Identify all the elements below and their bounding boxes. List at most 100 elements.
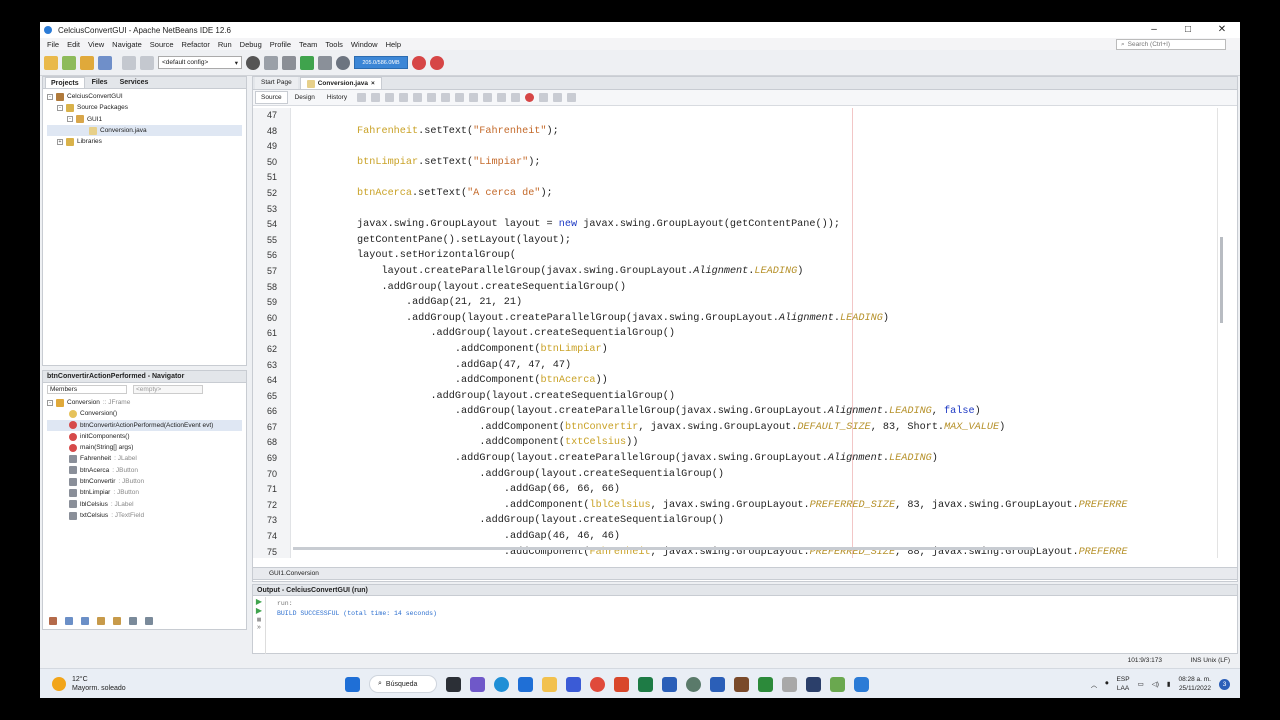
config-select[interactable]: <default config> ▾ [158, 56, 242, 69]
chat-icon[interactable] [470, 676, 485, 692]
forward-icon[interactable] [371, 93, 381, 102]
navigator-member[interactable]: Conversion() [47, 408, 242, 419]
menu-navigate[interactable]: Navigate [108, 40, 146, 49]
find-next-icon[interactable] [427, 93, 437, 102]
find-icon[interactable] [399, 93, 409, 102]
navigator-member-selected[interactable]: btnConvertirActionPerformed(ActionEvent … [47, 419, 242, 431]
build-icon[interactable] [264, 55, 278, 70]
target-icon[interactable] [246, 55, 260, 70]
new-project-icon[interactable] [62, 55, 76, 70]
sort-alpha-icon[interactable] [129, 617, 137, 625]
back-icon[interactable] [357, 93, 367, 102]
menu-team[interactable]: Team [295, 40, 321, 49]
empty-select[interactable]: <empty> [133, 385, 203, 394]
menu-view[interactable]: View [84, 40, 108, 49]
edge-icon[interactable] [494, 676, 509, 692]
powerpoint-icon[interactable] [614, 676, 629, 692]
taskbar-search[interactable]: ⌕ Búsqueda [369, 675, 437, 693]
navigator-member[interactable]: txtCelsius : JTextField [47, 510, 242, 521]
expand-icon[interactable]: + [57, 138, 63, 145]
search-input[interactable]: ⌕ Search (Ctrl+I) [1116, 39, 1226, 50]
rerun-params-icon[interactable]: ▶ [253, 606, 265, 615]
shift-right-icon[interactable] [483, 93, 493, 102]
tree-item-project[interactable]: - CelciusConvertGUI [47, 91, 242, 102]
memory-indicator[interactable]: 205.0/586.0MB [354, 56, 408, 69]
app-icon[interactable] [734, 676, 749, 692]
navigator-member[interactable]: lblCelsius : JLabel [47, 499, 242, 510]
stop-macro-icon[interactable] [539, 93, 549, 102]
tree-item-conversion-java[interactable]: Conversion.java [47, 124, 242, 137]
close-button[interactable]: ✕ [1208, 22, 1236, 38]
settings-icon[interactable] [686, 676, 701, 692]
app-icon[interactable] [806, 676, 821, 692]
volume-icon[interactable]: ◁) [1152, 680, 1159, 688]
mail-icon[interactable] [518, 676, 533, 692]
collapse-icon[interactable]: - [47, 93, 53, 100]
inherited-icon[interactable] [97, 617, 105, 625]
collapse-icon[interactable]: - [47, 399, 53, 406]
menu-refactor[interactable]: Refactor [178, 40, 214, 49]
task-view-icon[interactable] [446, 676, 461, 692]
navigator-member[interactable]: btnConvertir : JButton [47, 476, 242, 487]
menu-tools[interactable]: Tools [321, 40, 347, 49]
uncomment-icon[interactable] [511, 93, 521, 102]
tab-source[interactable]: Source [255, 91, 288, 104]
language-indicator[interactable]: ESP LAA [1117, 675, 1130, 693]
find-selection-icon[interactable] [441, 93, 451, 102]
close-icon[interactable]: × [371, 78, 375, 90]
shift-left-icon[interactable] [469, 93, 479, 102]
collapse-icon[interactable]: - [67, 116, 73, 123]
tab-conversion-java[interactable]: Conversion.java × [299, 77, 382, 90]
notepad-icon[interactable] [830, 676, 845, 692]
stop-icon[interactable]: ■ [253, 615, 265, 624]
excel-icon[interactable] [638, 676, 653, 692]
new-file-icon[interactable] [44, 55, 58, 70]
navigator-member[interactable]: Fahrenheit : JLabel [47, 453, 242, 464]
file-explorer-icon[interactable] [542, 676, 557, 692]
clock[interactable]: 08:28 a. m. 25/11/2022 [1178, 675, 1211, 693]
tab-history[interactable]: History [322, 92, 352, 103]
navigator-member[interactable]: initComponents() [47, 431, 242, 442]
run-icon[interactable] [300, 55, 314, 70]
visual-studio-icon[interactable] [566, 676, 581, 692]
app-icon[interactable] [782, 676, 797, 692]
menu-source[interactable]: Source [146, 40, 178, 49]
fields-icon[interactable] [65, 617, 73, 625]
menu-debug[interactable]: Debug [236, 40, 266, 49]
chevron-up-icon[interactable]: ︿ [1091, 679, 1098, 689]
menu-run[interactable]: Run [214, 40, 236, 49]
tree-item-libraries[interactable]: + Libraries [47, 136, 242, 147]
profile-icon[interactable] [336, 55, 350, 70]
undo-icon[interactable] [122, 55, 136, 70]
menu-profile[interactable]: Profile [266, 40, 295, 49]
save-all-icon[interactable] [98, 55, 112, 70]
highlight-icon[interactable] [455, 93, 465, 102]
static-icon[interactable] [81, 617, 89, 625]
scroll-thumb[interactable] [1220, 237, 1223, 323]
open-project-icon[interactable] [80, 55, 94, 70]
tab-start-page[interactable]: Start Page [255, 77, 298, 89]
battery-icon[interactable]: ▮ [1167, 680, 1171, 688]
notification-badge[interactable]: 3 [1219, 678, 1230, 690]
gc-icon[interactable] [412, 55, 426, 70]
last-edit-icon[interactable] [385, 93, 395, 102]
diff-icon[interactable] [553, 93, 563, 102]
horizontal-scrollbar[interactable] [293, 547, 1033, 550]
dreamweaver-icon[interactable] [758, 676, 773, 692]
chart-icon[interactable] [567, 93, 577, 102]
app-icon[interactable] [710, 676, 725, 692]
menu-help[interactable]: Help [382, 40, 405, 49]
sort-position-icon[interactable] [145, 617, 153, 625]
collapse-icon[interactable]: - [57, 104, 63, 111]
navigator-member[interactable]: btnAcerca : JButton [47, 465, 242, 476]
network-icon[interactable]: ▭ [1138, 680, 1144, 688]
navigator-member[interactable]: btnLimpiar : JButton [47, 487, 242, 498]
tab-services[interactable]: Services [115, 77, 154, 88]
snapshot-icon[interactable] [430, 55, 444, 70]
sort-icon[interactable] [113, 617, 121, 625]
tab-projects[interactable]: Projects [45, 77, 85, 88]
navigator-member[interactable]: main(String[] args) [47, 442, 242, 453]
tab-files[interactable]: Files [87, 77, 113, 88]
code-area[interactable]: 47 48 Fahrenheit.setText("Fahrenheit"); 49 5… [253, 108, 1219, 558]
record-macro-icon[interactable] [525, 93, 535, 102]
